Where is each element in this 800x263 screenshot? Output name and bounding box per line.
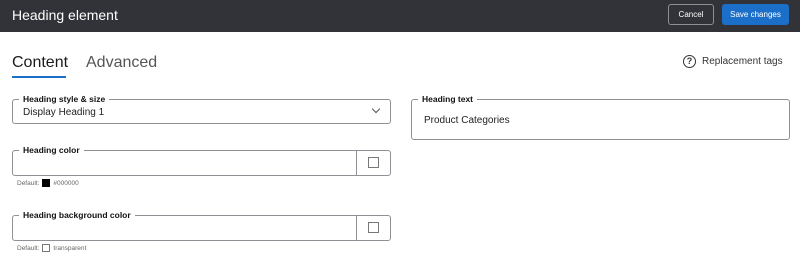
heading-color-default: Default: #000000	[17, 179, 79, 187]
default-bg-swatch	[42, 244, 51, 252]
save-changes-button[interactable]: Save changes	[722, 4, 789, 25]
heading-style-label: Heading style & size	[19, 94, 110, 105]
heading-style-value: Display Heading 1	[23, 107, 105, 118]
default-color-swatch	[42, 179, 51, 187]
heading-bg-color-picker-button[interactable]	[356, 216, 390, 240]
replacement-tags-link[interactable]: ? Replacement tags	[683, 55, 783, 68]
default-label: Default:	[17, 244, 40, 252]
tab-advanced[interactable]: Advanced	[86, 54, 157, 72]
heading-bg-color-default: Default: transparent	[17, 244, 86, 252]
heading-bg-color-label: Heading background color	[19, 210, 135, 221]
cancel-button[interactable]: Cancel	[668, 4, 714, 25]
color-swatch-icon	[368, 222, 379, 233]
heading-color-picker-button[interactable]	[356, 151, 390, 175]
top-bar: Heading element Cancel Save changes	[0, 0, 800, 32]
heading-text-value[interactable]: Product Categories	[424, 115, 510, 126]
heading-color-field[interactable]: Heading color	[12, 145, 391, 176]
heading-bg-color-field[interactable]: Heading background color	[12, 210, 391, 241]
heading-text-label: Heading text	[418, 94, 478, 105]
help-circle-icon: ?	[683, 55, 696, 68]
heading-style-select[interactable]: Heading style & size Display Heading 1	[12, 94, 391, 124]
chevron-down-icon	[371, 104, 381, 114]
default-bg-value: transparent	[53, 244, 87, 252]
color-swatch-icon	[368, 157, 379, 168]
default-color-value: #000000	[53, 179, 79, 187]
default-label: Default:	[17, 179, 40, 187]
replacement-tags-label: Replacement tags	[702, 56, 783, 67]
heading-text-field[interactable]: Heading text Product Categories	[411, 94, 790, 140]
page-title: Heading element	[12, 7, 118, 23]
tab-content[interactable]: Content	[12, 54, 68, 72]
active-tab-indicator	[12, 76, 66, 78]
heading-color-label: Heading color	[19, 145, 84, 156]
